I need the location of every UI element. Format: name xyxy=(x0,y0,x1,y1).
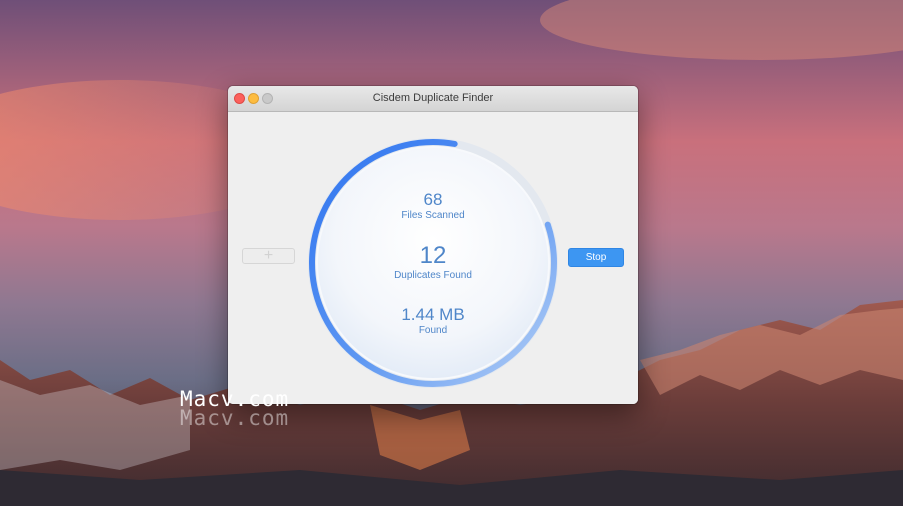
duplicates-found-label: Duplicates Found xyxy=(394,270,472,281)
watermark: Macv.com Macv.com xyxy=(180,389,290,430)
files-scanned-stat: 68 Files Scanned xyxy=(338,190,528,221)
window-title: Cisdem Duplicate Finder xyxy=(372,92,494,104)
add-folder-button[interactable]: + xyxy=(242,248,295,264)
duplicates-found-count: 12 xyxy=(419,242,447,269)
files-scanned-label: Files Scanned xyxy=(401,210,465,221)
watermark-reflection: Macv.com xyxy=(180,406,290,430)
scan-panel: + 68 Files Scanned 12 Duplicates Found 1… xyxy=(228,112,638,404)
size-found-value: 1.44 MB xyxy=(401,305,465,324)
stop-button[interactable]: Stop xyxy=(568,248,624,267)
duplicates-found-stat: 12 Duplicates Found xyxy=(338,242,528,281)
size-found-stat: 1.44 MB Found xyxy=(338,305,528,336)
size-found-label: Found xyxy=(418,325,448,336)
files-scanned-count: 68 xyxy=(423,190,443,209)
app-window: Cisdem Duplicate Finder + 68 Files Scann… xyxy=(228,86,638,404)
title-bar: Cisdem Duplicate Finder xyxy=(228,86,638,112)
